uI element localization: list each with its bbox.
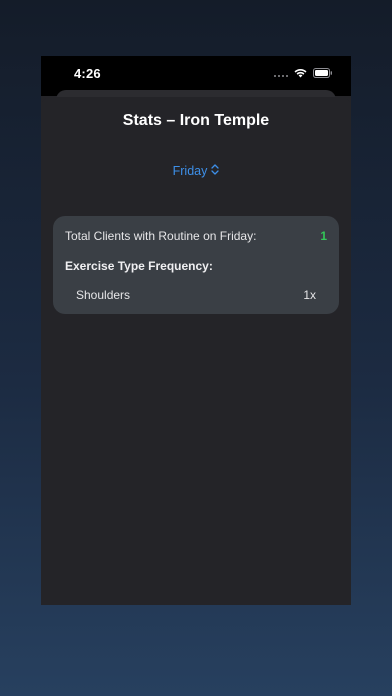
stats-sheet: Stats – Iron Temple Friday Total Clients… — [41, 97, 351, 605]
stats-card: Total Clients with Routine on Friday: 1 … — [53, 216, 339, 314]
list-item: Shoulders 1x — [76, 288, 316, 302]
chevron-up-down-icon — [211, 164, 220, 178]
battery-icon — [313, 68, 333, 78]
phone-screen: 4:26 Stats – Iron Temple Friday Total Cl… — [41, 56, 351, 605]
total-clients-row: Total Clients with Routine on Friday: 1 — [65, 229, 327, 243]
exercise-type-count: 1x — [303, 288, 316, 302]
total-clients-label: Total Clients with Routine on Friday: — [65, 229, 257, 243]
total-clients-value: 1 — [320, 229, 327, 243]
frequency-heading: Exercise Type Frequency: — [65, 259, 213, 273]
exercise-type-name: Shoulders — [76, 288, 131, 302]
wifi-icon — [294, 68, 307, 78]
day-picker-value: Friday — [172, 164, 208, 178]
page-title: Stats – Iron Temple — [122, 112, 270, 129]
signal-icon — [274, 69, 288, 77]
day-picker[interactable]: Friday — [41, 164, 351, 178]
status-time: 4:26 — [74, 66, 101, 81]
status-icons — [274, 68, 333, 78]
